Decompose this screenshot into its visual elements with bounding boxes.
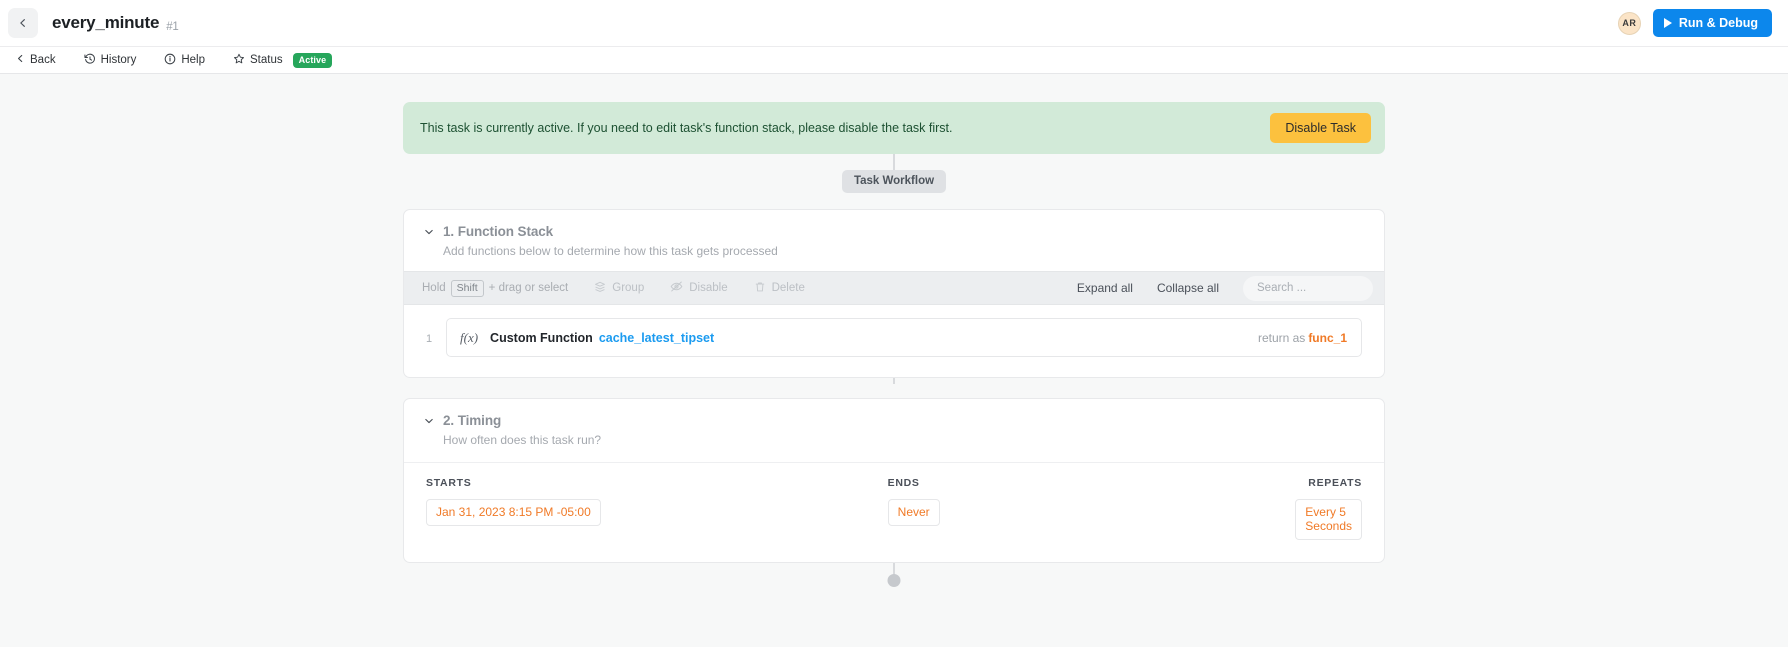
function-stack-title-row: 1. Function Stack — [424, 224, 1384, 239]
star-icon — [233, 53, 245, 68]
return-prefix: return as — [1257, 330, 1306, 345]
timing-header[interactable]: 2. Timing How often does this task run? — [404, 399, 1384, 460]
subnav-label-status: Status — [250, 54, 283, 66]
connector-end-dot — [887, 574, 901, 587]
top-bar: every_minute #1 AR Run & Debug — [0, 0, 1788, 46]
eye-off-icon — [670, 280, 683, 296]
delete-button[interactable]: Delete — [754, 281, 805, 296]
disable-task-button[interactable]: Disable Task — [1270, 113, 1371, 143]
group-stack-icon — [594, 281, 606, 296]
banner-message: This task is currently active. If you ne… — [420, 121, 953, 135]
fx-icon: f(x) — [460, 329, 479, 345]
avatar[interactable]: AR — [1617, 11, 1641, 35]
active-task-banner: This task is currently active. If you ne… — [403, 102, 1385, 154]
function-list: 1 f(x) Custom Function cache_latest_tips… — [404, 305, 1384, 377]
status-badge: Active — [292, 52, 333, 68]
chevron-left-icon — [16, 54, 25, 66]
function-stack-header[interactable]: 1. Function Stack Add functions below to… — [404, 210, 1384, 271]
return-variable[interactable]: func_1 — [1308, 331, 1347, 345]
run-debug-label: Run & Debug — [1678, 16, 1758, 30]
toolbar-right-group: Expand all Collapse all — [1077, 275, 1373, 301]
page-title: every_minute #1 — [52, 13, 179, 33]
starts-label: STARTS — [426, 477, 472, 489]
collapse-all-button[interactable]: Collapse all — [1157, 281, 1219, 295]
group-button[interactable]: Group — [594, 281, 644, 296]
repeats-label: REPEATS — [1308, 477, 1362, 489]
timing-starts-column: STARTS Jan 31, 2023 8:15 PM -05:00 — [426, 477, 888, 540]
back-button[interactable] — [8, 8, 38, 38]
timing-ends-column: ENDS Never — [887, 477, 1296, 540]
disable-label: Disable — [689, 282, 728, 294]
timing-fields: STARTS Jan 31, 2023 8:15 PM -05:00 ENDS … — [404, 462, 1384, 562]
disable-function-button[interactable]: Disable — [670, 280, 728, 296]
topbar-actions: AR Run & Debug — [1617, 9, 1772, 37]
timing-card: 2. Timing How often does this task run? … — [403, 398, 1385, 563]
timing-title: 2. Timing — [443, 413, 502, 428]
workflow-column: This task is currently active. If you ne… — [403, 74, 1385, 587]
info-circle-icon — [164, 53, 176, 68]
timing-subtitle: How often does this task run? — [443, 433, 602, 447]
function-return-as: return as func_1 — [1258, 331, 1347, 345]
subnav-item-status[interactable]: Status Active — [233, 52, 333, 68]
chevron-down-icon[interactable] — [424, 227, 434, 237]
function-stack-title: 1. Function Stack — [443, 224, 554, 239]
subnav-label-help: Help — [181, 54, 206, 66]
function-row[interactable]: f(x) Custom Function cache_latest_tipset… — [446, 318, 1362, 357]
trash-icon — [754, 281, 766, 296]
task-workflow-label: Task Workflow — [841, 170, 947, 193]
function-row-index: 1 — [426, 333, 433, 345]
chevron-left-icon — [18, 18, 28, 28]
task-id: #1 — [166, 21, 179, 33]
function-stack-card: 1. Function Stack Add functions below to… — [403, 209, 1385, 378]
hold-suffix: + drag or select — [488, 282, 569, 294]
subnav-item-back[interactable]: Back — [16, 54, 56, 66]
subnav-item-history[interactable]: History — [84, 53, 137, 68]
shift-key-label: Shift — [450, 279, 484, 297]
delete-label: Delete — [771, 282, 805, 294]
function-stack-subtitle: Add functions below to determine how thi… — [443, 244, 778, 258]
play-icon — [1663, 18, 1672, 28]
subnav-item-help[interactable]: Help — [164, 53, 205, 68]
workflow-canvas: This task is currently active. If you ne… — [0, 74, 1788, 647]
subnav-label-back: Back — [30, 54, 56, 66]
expand-all-button[interactable]: Expand all — [1077, 281, 1133, 295]
function-type-label: Custom Function — [490, 330, 593, 345]
starts-value-chip[interactable]: Jan 31, 2023 8:15 PM -05:00 — [426, 499, 601, 526]
ends-value-chip[interactable]: Never — [887, 499, 940, 526]
function-name[interactable]: cache_latest_tipset — [599, 331, 714, 345]
function-stack-toolbar: Hold Shift + drag or select Group Disabl… — [404, 271, 1384, 305]
repeats-value-chip[interactable]: Every 5 Seconds — [1295, 499, 1362, 540]
task-name: every_minute — [52, 13, 160, 32]
timing-title-row: 2. Timing — [424, 413, 1384, 428]
group-label: Group — [612, 282, 645, 294]
hold-shift-hint: Hold Shift + drag or select — [422, 279, 569, 297]
search-input[interactable] — [1243, 275, 1373, 301]
timing-repeats-column: REPEATS Every 5 Seconds — [1295, 477, 1362, 540]
hold-prefix: Hold — [422, 282, 446, 294]
run-debug-button[interactable]: Run & Debug — [1652, 9, 1772, 37]
chevron-down-icon[interactable] — [424, 416, 434, 426]
history-clock-icon — [84, 53, 96, 68]
workflow-pill-wrap: Task Workflow — [403, 170, 1385, 193]
ends-label: ENDS — [887, 477, 920, 489]
subnav-label-history: History — [100, 54, 137, 66]
sub-nav: Back History Help Status Active — [0, 46, 1788, 74]
